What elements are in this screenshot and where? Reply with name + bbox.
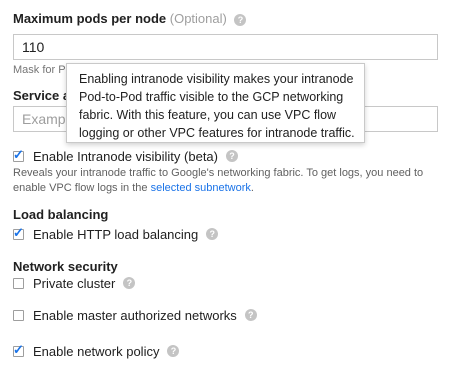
help-circle-icon[interactable]: ? xyxy=(123,277,136,289)
private-cluster-checkbox[interactable] xyxy=(13,277,24,289)
private-cluster-checkbox-row[interactable]: Private cluster ? xyxy=(13,275,136,291)
http-lb-label: Enable HTTP load balancing xyxy=(33,226,199,242)
intranode-description: Reveals your intranode traffic to Google… xyxy=(13,166,423,196)
selected-subnetwork-link[interactable]: selected subnetwork xyxy=(151,182,251,194)
checkmark-icon: ✓ xyxy=(13,341,24,357)
intranode-description-post: . xyxy=(250,182,254,194)
network-security-heading: Network security xyxy=(13,259,118,274)
optional-tag: (Optional) xyxy=(169,11,227,26)
help-circle-icon[interactable]: ? xyxy=(206,228,219,240)
http-lb-checkbox[interactable]: ✓ xyxy=(13,224,24,240)
intranode-description-pre: enable VPC flow logs in the xyxy=(13,182,151,194)
max-pods-input[interactable]: 110 xyxy=(13,34,438,60)
intranode-label: Enable Intranode visibility (beta) xyxy=(33,148,218,164)
checkmark-icon: ✓ xyxy=(13,224,24,240)
help-circle-icon[interactable]: ? xyxy=(167,345,180,357)
master-auth-checkbox-row[interactable]: Enable master authorized networks ? xyxy=(13,307,257,323)
intranode-checkbox-row[interactable]: ✓ Enable Intranode visibility (beta) ? xyxy=(13,146,238,164)
private-cluster-label: Private cluster xyxy=(33,275,116,291)
max-pods-label-text: Maximum pods per node xyxy=(13,11,167,26)
help-circle-icon[interactable]: ? xyxy=(226,150,238,162)
master-auth-label: Enable master authorized networks xyxy=(33,307,237,323)
network-policy-checkbox-row[interactable]: ✓ Enable network policy ? xyxy=(13,341,180,359)
intranode-description-line1: Reveals your intranode traffic to Google… xyxy=(13,167,424,179)
intranode-checkbox[interactable]: ✓ xyxy=(13,146,24,162)
network-policy-label: Enable network policy xyxy=(33,343,160,359)
load-balancing-heading: Load balancing xyxy=(13,207,109,222)
http-lb-checkbox-row[interactable]: ✓ Enable HTTP load balancing ? xyxy=(13,224,219,242)
help-circle-icon[interactable]: ? xyxy=(244,309,257,321)
intranode-tooltip: Enabling intranode visibility makes your… xyxy=(66,63,365,143)
max-pods-label: Maximum pods per node (Optional) ? xyxy=(13,11,247,26)
intranode-description-line2: enable VPC flow logs in the selected sub… xyxy=(13,181,423,196)
checkmark-icon: ✓ xyxy=(13,146,24,162)
network-policy-checkbox[interactable]: ✓ xyxy=(13,341,24,357)
master-auth-checkbox[interactable] xyxy=(13,309,24,321)
help-circle-icon[interactable]: ? xyxy=(234,13,247,26)
